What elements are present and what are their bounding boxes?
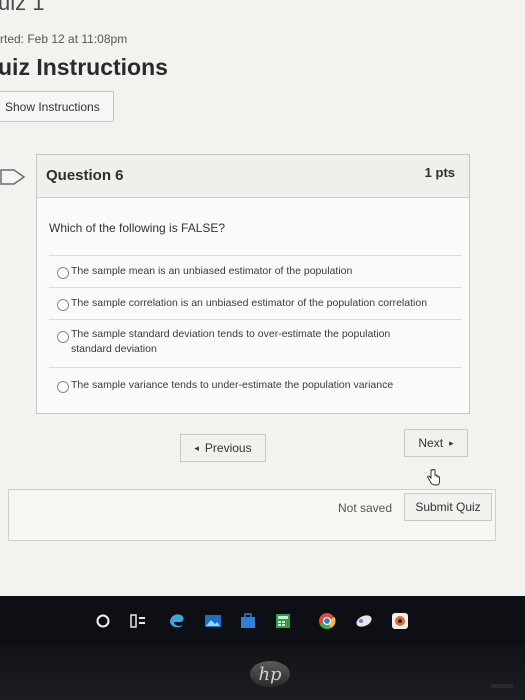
quiz-page: uiz 1 rted: Feb 12 at 11:08pm uiz Instru…	[0, 0, 525, 596]
started-timestamp: rted: Feb 12 at 11:08pm	[0, 32, 128, 46]
edge-icon[interactable]	[168, 612, 186, 630]
flag-question-icon[interactable]	[0, 168, 26, 186]
submit-quiz-button[interactable]: Submit Quiz	[404, 493, 492, 521]
previous-label: Previous	[204, 441, 252, 455]
instructions-heading: uiz Instructions	[0, 54, 168, 80]
photos-icon[interactable]	[204, 612, 222, 630]
question-card: Question 6 1 pts Which of the following …	[36, 154, 470, 414]
question-title: Question 6	[46, 167, 124, 184]
answer-label: The sample mean is an unbiased estimator…	[71, 265, 353, 277]
answer-option[interactable]: The sample mean is an unbiased estimator…	[49, 255, 461, 287]
answer-option[interactable]: The sample standard deviation tends to o…	[49, 319, 461, 367]
right-arrow-icon: ▸	[449, 437, 454, 448]
store-icon[interactable]	[239, 612, 257, 630]
question-points: 1 pts	[424, 165, 455, 180]
bezel-sticker	[491, 684, 513, 688]
question-header: Question 6 1 pts	[37, 155, 469, 198]
radio-button[interactable]	[57, 381, 69, 393]
start-icon[interactable]	[94, 612, 112, 630]
next-label: Next	[418, 436, 444, 450]
taskbar	[0, 596, 525, 646]
answer-option[interactable]: The sample variance tends to under-estim…	[49, 367, 461, 401]
calculator-icon[interactable]	[274, 612, 292, 630]
next-button[interactable]: Next ▸	[404, 429, 468, 457]
save-status: Not saved	[338, 501, 393, 515]
quiz-title: uiz 1	[0, 0, 45, 15]
answer-label: The sample standard deviation tends to o…	[71, 328, 391, 355]
answer-option[interactable]: The sample correlation is an unbiased es…	[49, 287, 461, 319]
hand-cursor-icon	[427, 469, 440, 486]
radio-button[interactable]	[57, 331, 69, 343]
app-icon[interactable]	[355, 612, 373, 630]
question-text: Which of the following is FALSE?	[49, 221, 226, 235]
answer-label: The sample correlation is an unbiased es…	[71, 297, 428, 309]
answer-label: The sample variance tends to under-estim…	[71, 379, 394, 391]
show-instructions-button[interactable]: Show Instructions	[0, 91, 114, 122]
radio-button[interactable]	[57, 267, 69, 279]
security-icon[interactable]	[391, 612, 409, 630]
hp-logo: hp	[250, 661, 290, 687]
task-view-icon[interactable]	[129, 612, 147, 630]
left-arrow-icon: ◂	[194, 442, 199, 453]
chrome-icon[interactable]	[318, 612, 336, 630]
previous-button[interactable]: ◂ Previous	[180, 434, 266, 462]
radio-button[interactable]	[57, 299, 69, 311]
